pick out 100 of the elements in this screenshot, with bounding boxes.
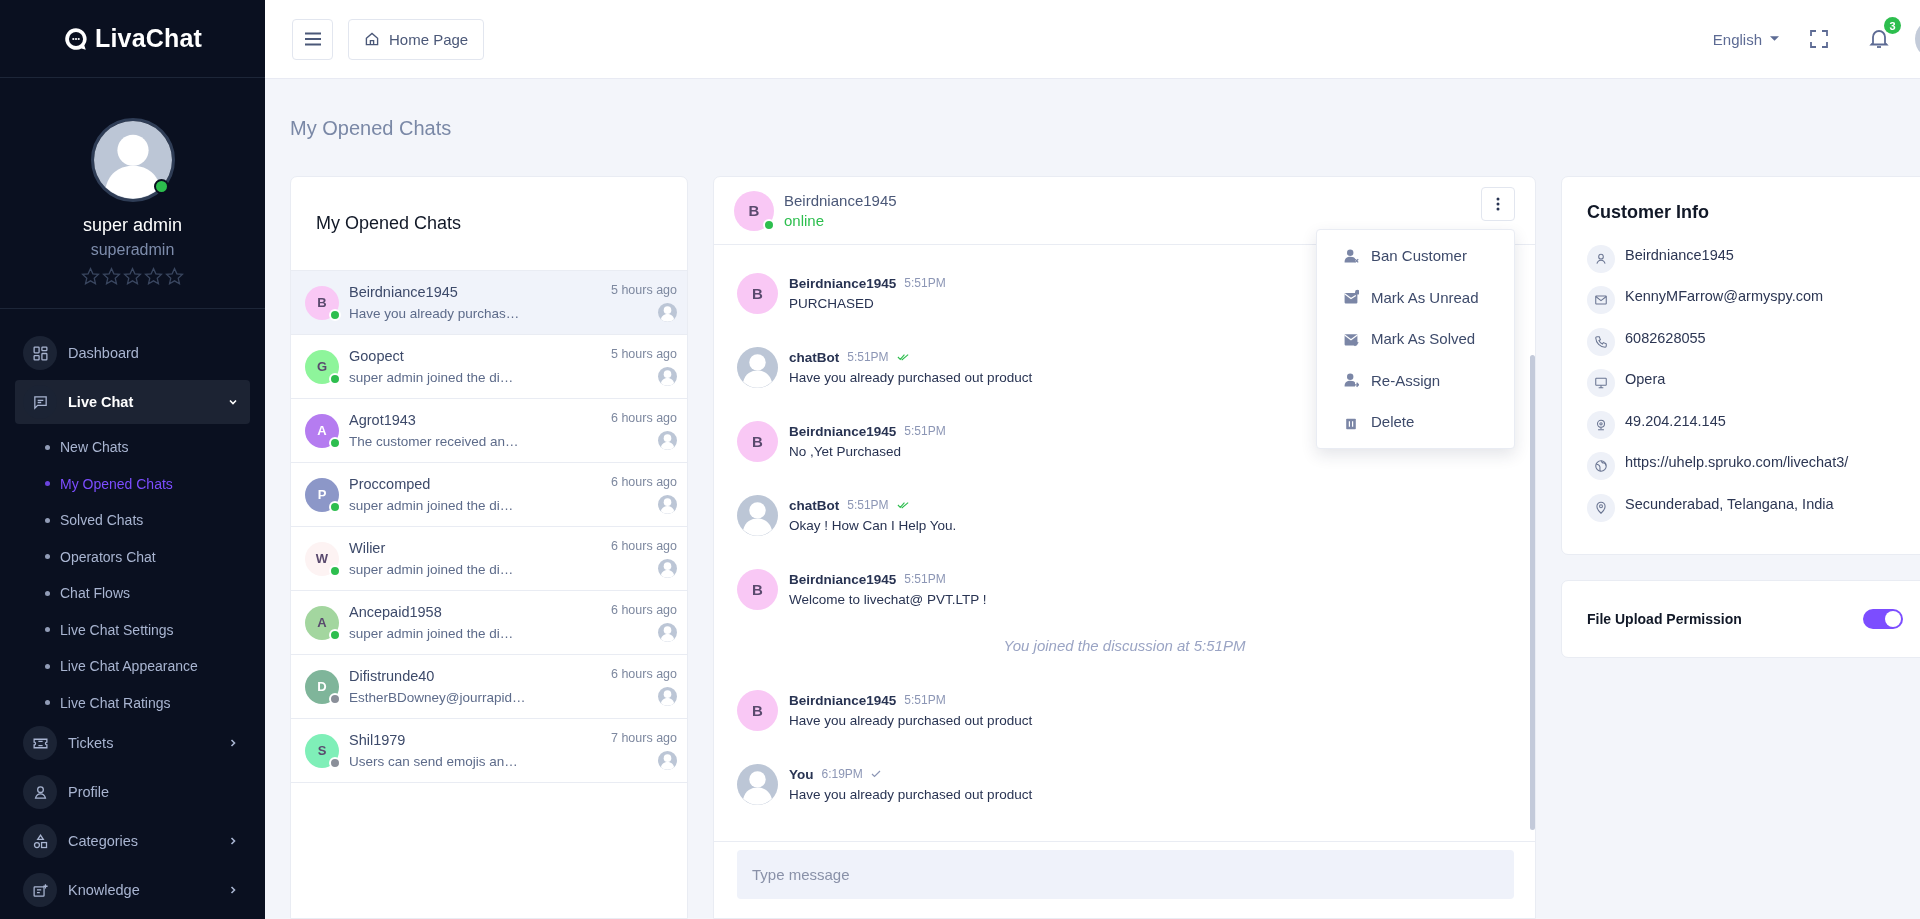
message-preview: super admin joined the di… <box>349 626 515 641</box>
submenu-item[interactable]: Live Chat Ratings <box>15 684 250 721</box>
chat-time: 6 hours ago <box>610 603 677 617</box>
sender-avatar: B <box>737 690 778 731</box>
user-silhouette-icon <box>737 347 778 388</box>
chat-list-item[interactable]: D Difistrunde40 EstherBDowney@jourrapid… 6 hours ago <box>291 655 687 719</box>
menu-item[interactable]: Mark As Unread <box>1317 276 1514 318</box>
user-silhouette-icon <box>658 367 677 386</box>
user-silhouette-icon <box>658 431 677 450</box>
sender-name: Beirdniance1945 <box>789 275 897 291</box>
message-time: 5:51PM <box>904 693 946 707</box>
sender-avatar: B <box>737 273 778 314</box>
info-value: Opera <box>1625 371 1666 388</box>
chat-time: 6 hours ago <box>610 411 677 425</box>
sidebar-menu-item[interactable]: Profile <box>15 770 250 814</box>
message-text: Have you already purchased out product <box>789 787 1033 802</box>
contact-name: Beirdniance1945 <box>784 192 898 209</box>
caret-icon <box>1770 36 1779 42</box>
info-value: KennyMFarrow@armyspy.com <box>1625 288 1824 305</box>
chat-list-item[interactable]: P Proccomped super admin joined the di… 6 hours ago <box>291 463 687 527</box>
submenu-item[interactable]: New Chats <box>15 429 250 466</box>
system-notice: You joined the discussion at 5:51PM <box>1002 637 1247 654</box>
contact-name: Agrot1943 <box>349 412 417 428</box>
menu-item-icon <box>23 726 57 760</box>
message-preview: Users can send emojis an… <box>349 754 519 769</box>
chat-list-item[interactable]: G Goopect super admin joined the di… 5 hours ago <box>291 335 687 399</box>
chat-list-item[interactable]: B Beirdniance1945 Have you already purchas… 5 hours ago <box>291 271 687 335</box>
sender-name: Beirdniance1945 <box>789 423 897 439</box>
sidebar-menu-item[interactable]: Knowledge <box>15 868 250 912</box>
submenu-item[interactable]: Chat Flows <box>15 575 250 612</box>
toggle-switch[interactable] <box>1863 608 1903 629</box>
sidebar-menu-item[interactable]: Dashboard <box>15 331 250 375</box>
contact-avatar: P <box>305 477 339 512</box>
message-preview: Have you already purchas… <box>349 306 521 321</box>
menu-item-icon <box>23 775 57 809</box>
sender-name: You <box>789 766 814 782</box>
chat-list-item[interactable]: A Ancepaid1958 super admin joined the di… 6 hours ago <box>291 591 687 655</box>
contact-name: Shil1979 <box>349 732 407 748</box>
contact-name: Ancepaid1958 <box>349 604 443 620</box>
brand-name: LivaChat <box>94 24 203 53</box>
contact-avatar: W <box>305 541 339 576</box>
submenu-item[interactable]: Live Chat Appearance <box>15 648 250 685</box>
menu-item[interactable]: Delete <box>1317 401 1514 443</box>
card-title: Customer Info <box>1587 202 1710 223</box>
chat-list-item[interactable]: S Shil1979 Users can send emojis an… 7 hours ago <box>291 719 687 783</box>
user-silhouette-icon <box>658 303 677 322</box>
info-value: Beirdniance1945 <box>1625 246 1734 263</box>
chat-list-item[interactable]: A Agrot1943 The customer received an… 6 hours ago <box>291 399 687 463</box>
sidebar-menu-item[interactable]: Categories <box>15 819 250 863</box>
notification-count: 3 <box>1884 17 1901 34</box>
chat-time: 6 hours ago <box>610 539 677 553</box>
chat-list-item[interactable]: W Wilier super admin joined the di… 6 hours ago <box>291 527 687 591</box>
submenu-item[interactable]: Solved Chats <box>15 502 250 539</box>
user-silhouette-icon <box>658 559 677 578</box>
contact-avatar: A <box>305 605 339 640</box>
message-time: 6:19PM <box>821 767 863 781</box>
sender-name: chatBot <box>789 497 840 513</box>
chat-time: 5 hours ago <box>610 283 677 297</box>
submenu-item[interactable]: My Opened Chats <box>15 465 250 502</box>
contact-avatar: S <box>305 733 339 768</box>
chat-time: 6 hours ago <box>610 667 677 681</box>
menu-button[interactable] <box>292 18 333 60</box>
user-silhouette-icon <box>737 764 778 805</box>
info-icon <box>1587 452 1615 481</box>
menu-item[interactable]: Ban Customer <box>1317 235 1514 277</box>
info-value: https://uhelp.spruko.com/livechat3/ <box>1625 454 1849 471</box>
message-input[interactable]: Type message <box>737 850 1514 899</box>
user-silhouette-icon <box>658 687 677 706</box>
sidebar-menu-item[interactable]: Live Chat <box>15 380 250 424</box>
info-icon <box>1587 286 1615 315</box>
contact-name: Proccomped <box>349 476 432 492</box>
scrollbar[interactable] <box>1530 355 1535 830</box>
submenu-item[interactable]: Live Chat Settings <box>15 611 250 648</box>
user-silhouette-icon <box>658 751 677 770</box>
contact-avatar: B <box>734 190 774 231</box>
fullscreen-icon[interactable] <box>1809 29 1829 49</box>
contact-avatar: B <box>305 285 339 320</box>
info-value: 6082628055 <box>1625 329 1706 346</box>
message-preview: The customer received an… <box>349 434 520 449</box>
menu-item-icon <box>23 336 57 370</box>
message-text: PURCHASED <box>789 296 875 311</box>
chat-time: 5 hours ago <box>610 347 677 361</box>
submenu-item[interactable]: Operators Chat <box>15 538 250 575</box>
contact-status: online <box>784 212 826 229</box>
home-page-button[interactable]: Home Page <box>348 18 485 60</box>
menu-item[interactable]: Re-Assign <box>1317 359 1514 401</box>
contact-name: Beirdniance1945 <box>349 284 459 300</box>
sidebar-menu-item[interactable]: Tickets <box>15 721 250 765</box>
info-value: Secunderabad, Telangana, India <box>1625 495 1834 512</box>
info-icon <box>1587 369 1615 398</box>
info-icon <box>1587 327 1615 356</box>
user-silhouette-icon <box>658 623 677 642</box>
message-preview: EstherBDowney@jourrapid… <box>349 690 527 705</box>
message-text: No ,Yet Purchased <box>789 444 903 459</box>
info-icon <box>1587 410 1615 439</box>
menu-item[interactable]: Mark As Solved <box>1317 318 1514 360</box>
chat-time: 6 hours ago <box>610 475 677 489</box>
menu-item-icon <box>23 824 57 858</box>
message-time: 5:51PM <box>847 350 889 364</box>
contact-avatar: A <box>305 413 339 448</box>
